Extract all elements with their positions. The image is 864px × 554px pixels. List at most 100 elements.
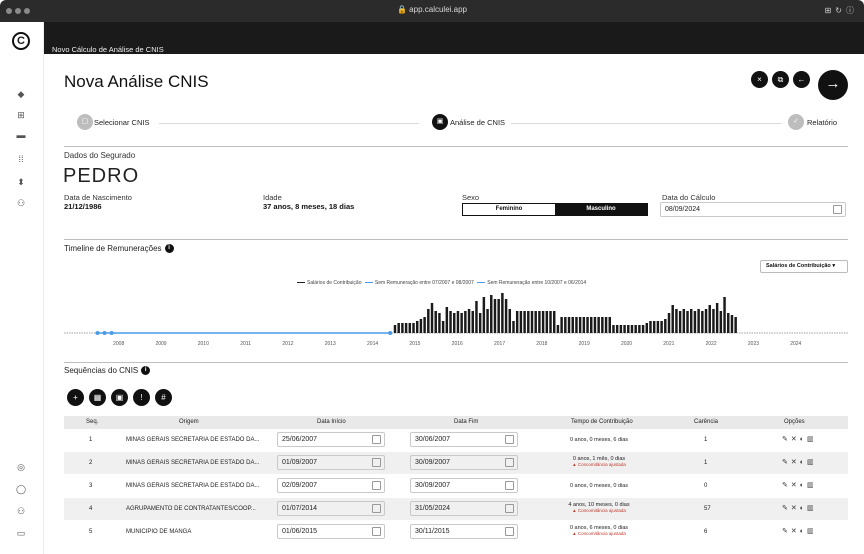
edit-icon[interactable]: ✎ [782, 482, 791, 489]
profile-icon[interactable]: ⚇ [16, 506, 26, 516]
add-icon[interactable]: ⊞ [16, 110, 26, 120]
legend-entry[interactable]: Sem Remuneração entre 07/2007 e 08/2007 [375, 280, 474, 286]
start-date-input[interactable]: 25/06/2007 [277, 432, 385, 447]
calendar-icon[interactable] [372, 481, 381, 490]
delete-x-icon[interactable]: ✕ [791, 459, 800, 466]
salary-bar [530, 311, 534, 333]
alert-button[interactable]: ! [133, 389, 150, 406]
end-date-input[interactable]: 31/05/2024 [410, 501, 518, 516]
users-icon[interactable]: ⚇ [16, 198, 26, 208]
table-row[interactable]: 3 MINAS GERAIS SECRETARIA DE ESTADO DA...… [64, 475, 848, 497]
calendar-icon[interactable] [505, 458, 514, 467]
info-icon[interactable]: i [141, 366, 151, 376]
step-3-icon[interactable]: ✓ [788, 114, 804, 130]
step-2-icon[interactable]: ▣ [432, 114, 448, 130]
salary-bar [712, 309, 715, 333]
year-tick-label: 2018 [536, 341, 547, 347]
end-date-input[interactable]: 30/06/2007 [410, 432, 518, 447]
salary-bar [541, 311, 545, 333]
step-relatorio[interactable]: Relatório [807, 118, 837, 127]
duplicate-button[interactable]: ⧉ [772, 71, 789, 88]
salary-bar [582, 317, 586, 333]
year-tick-label: 2023 [748, 341, 759, 347]
extensions-icon[interactable]: ⊞ [825, 6, 836, 15]
settings-icon[interactable]: ◎ [16, 462, 26, 472]
end-date-input[interactable]: 30/09/2007 [410, 478, 518, 493]
start-date-input[interactable]: 01/07/2014 [277, 501, 385, 516]
sex-option-masculino[interactable]: Masculino [555, 204, 647, 215]
delete-x-icon[interactable]: ✕ [791, 482, 800, 489]
step-select-cnis[interactable]: Selecionar CNIS [94, 118, 149, 127]
segurado-name: PEDRO [63, 165, 140, 187]
calendar-icon[interactable] [505, 435, 514, 444]
salary-bar [575, 317, 578, 333]
edit-icon[interactable]: ✎ [782, 505, 791, 512]
end-date-input[interactable]: 30/09/2007 [410, 455, 518, 470]
app-logo[interactable]: C [12, 32, 30, 50]
end-date-input[interactable]: 30/11/2015 [410, 524, 518, 539]
briefcase-icon[interactable]: ▬ [16, 130, 26, 140]
timeline-metric-select[interactable]: Salários de Contribuição ▾ [760, 260, 848, 273]
book-icon[interactable]: ▭ [16, 528, 26, 538]
start-date-input[interactable]: 01/06/2015 [277, 524, 385, 539]
edit-icon[interactable]: ✎ [782, 436, 791, 443]
salary-bar [697, 309, 700, 333]
edit-icon[interactable]: ✎ [782, 459, 791, 466]
calendar-icon[interactable] [372, 435, 381, 444]
toggle-icon[interactable]: ◐ [800, 459, 807, 466]
start-date-input[interactable]: 01/09/2007 [277, 455, 385, 470]
toggle-icon[interactable]: ◐ [800, 436, 807, 443]
delete-x-icon[interactable]: ✕ [791, 528, 800, 535]
calendar-button[interactable]: ▣ [111, 389, 128, 406]
info-icon[interactable]: ⓘ [846, 6, 858, 15]
calendar-icon[interactable] [833, 205, 842, 214]
salary-bar [486, 309, 489, 333]
toggle-icon[interactable]: ◐ [800, 505, 807, 512]
step-analise-cnis[interactable]: Análise de CNIS [450, 118, 505, 127]
trash-icon[interactable]: ▥ [807, 436, 817, 443]
home-icon[interactable]: ◆ [16, 89, 26, 99]
legend-entry[interactable]: Sem Remuneração entre 10/2007 e 06/2014 [487, 280, 586, 286]
main-panel: Nova Análise CNIS × ⧉ ← → ▢ Selecionar C… [52, 55, 860, 554]
toggle-icon[interactable]: ◐ [800, 528, 807, 535]
edit-icon[interactable]: ✎ [782, 528, 791, 535]
calendar-icon[interactable] [505, 504, 514, 513]
toggle-icon[interactable]: ◐ [800, 482, 807, 489]
table-row[interactable]: 1 MINAS GERAIS SECRETARIA DE ESTADO DA...… [64, 429, 848, 451]
next-button[interactable]: → [818, 70, 848, 100]
trash-icon[interactable]: ▥ [807, 482, 817, 489]
calculator-button[interactable]: ▦ [89, 389, 106, 406]
salary-bar [423, 317, 426, 333]
table-row[interactable]: 5 MUNICIPIO DE MANGA 01/06/2015 30/11/2015 0… [64, 521, 848, 543]
delete-x-icon[interactable]: ✕ [791, 436, 800, 443]
calendar-icon[interactable] [505, 527, 514, 536]
back-button[interactable]: ← [793, 71, 810, 88]
url-bar[interactable]: 🔒 app.calculei.app [0, 5, 864, 14]
table-row[interactable]: 2 MINAS GERAIS SECRETARIA DE ESTADO DA...… [64, 452, 848, 474]
year-tick-label: 2010 [198, 341, 209, 347]
delete-x-icon[interactable]: ✕ [791, 505, 800, 512]
whatsapp-icon[interactable]: ◯ [16, 484, 26, 494]
info-icon[interactable]: i [164, 244, 174, 254]
calendar-icon[interactable] [372, 527, 381, 536]
grid-icon[interactable]: ⁞⁞ [16, 154, 26, 164]
calendar-icon[interactable] [372, 504, 381, 513]
step-1-icon[interactable]: ▢ [77, 114, 93, 130]
close-button[interactable]: × [751, 71, 768, 88]
pin-icon[interactable]: ⬍ [16, 177, 26, 187]
trash-icon[interactable]: ▥ [807, 528, 817, 535]
trash-icon[interactable]: ▥ [807, 505, 817, 512]
start-date-input[interactable]: 02/09/2007 [277, 478, 385, 493]
calendar-icon[interactable] [505, 481, 514, 490]
settings-button[interactable]: # [155, 389, 172, 406]
legend-entry[interactable]: Salários de Contribuição [307, 280, 361, 286]
table-row[interactable]: 4 AGRUPAMENTO DE CONTRATANTES/COOP... 01/0… [64, 498, 848, 520]
calc-date-input[interactable]: 08/09/2024 [660, 202, 846, 217]
sex-option-feminino[interactable]: Feminino [463, 204, 555, 215]
salary-bar [597, 317, 600, 333]
trash-icon[interactable]: ▥ [807, 459, 817, 466]
calendar-icon[interactable] [372, 458, 381, 467]
reload-icon[interactable]: ↻ [835, 6, 846, 15]
salary-bar [623, 325, 626, 333]
add-sequence-button[interactable]: + [67, 389, 84, 406]
